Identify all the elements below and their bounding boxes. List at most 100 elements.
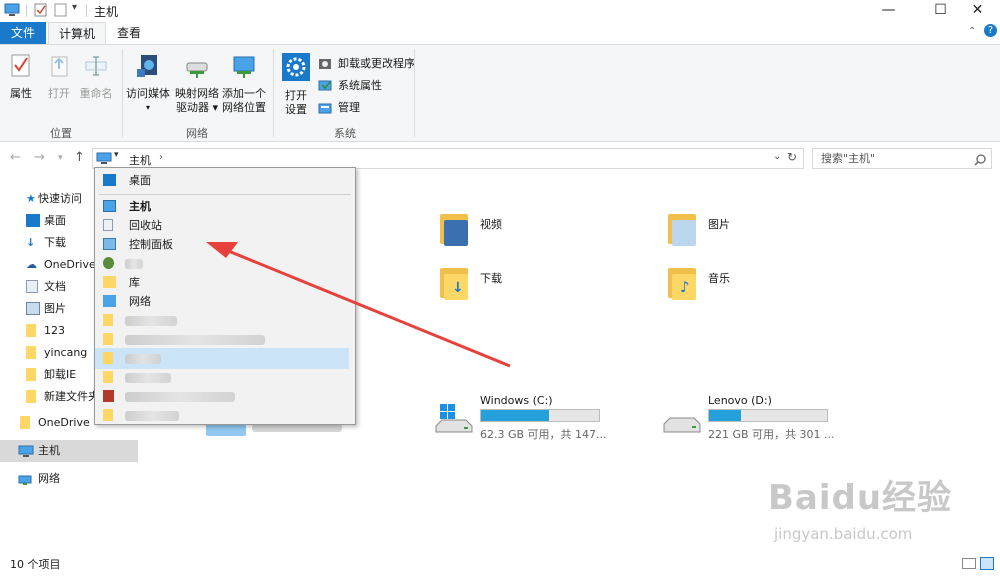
uninstall-label: 卸载或更改程序	[338, 57, 415, 70]
dropdown-item-recycle-bin[interactable]: 回收站	[95, 215, 355, 236]
breadcrumb-chevron-icon[interactable]: ›	[159, 152, 163, 163]
sidebar-item-this-pc[interactable]: 主机	[0, 440, 138, 462]
dropdown-item-desktop[interactable]: 桌面	[95, 170, 355, 191]
folder-music-icon[interactable]: ♪	[668, 266, 696, 300]
tab-file[interactable]: 文件	[0, 22, 46, 44]
title-bar: ▾ 主机 — ☐ ✕	[0, 0, 1000, 22]
rename-button[interactable]: 重命名	[78, 53, 114, 101]
map-network-drive-button[interactable]: 映射网络 驱动器 ▾	[174, 53, 220, 115]
search-input[interactable]: 搜索"主机"	[812, 148, 992, 169]
open-button[interactable]: 打开	[44, 53, 74, 101]
computer-icon	[18, 445, 34, 457]
folder-icon	[103, 333, 113, 345]
dropdown-item-blurred-3[interactable]	[95, 348, 349, 369]
add-network-location-button[interactable]: 添加一个 网络位置	[221, 53, 267, 115]
system-properties-icon	[318, 80, 332, 91]
blurred-label	[125, 259, 143, 269]
ribbon: 属性 打开 重命名 位置 访问媒体 ▾ 映射网络 驱动器 ▾ 添加一个 网络位置…	[0, 44, 1000, 142]
group-label-location: 位置	[50, 127, 72, 140]
breadcrumb-this-pc[interactable]: 主机	[129, 152, 151, 168]
dropdown-item-label: 控制面板	[129, 238, 173, 251]
open-icon	[51, 56, 68, 77]
system-properties-button[interactable]: 系统属性	[318, 77, 382, 95]
recent-locations-icon[interactable]: ▾	[58, 153, 63, 163]
blurred-label	[125, 373, 171, 383]
address-bar[interactable]: ▾ 主机 › ⌄ ↻	[92, 148, 804, 169]
local-drive-icon[interactable]	[662, 406, 702, 436]
up-button[interactable]: ↑	[74, 150, 85, 165]
dropdown-item-blurred-5[interactable]	[95, 386, 355, 407]
drive-name-c[interactable]: Windows (C:)	[480, 394, 553, 407]
folder-icon	[103, 409, 113, 421]
folder-icon	[26, 346, 36, 359]
address-dropdown-icon[interactable]: ▾	[114, 150, 119, 160]
large-icons-view-icon[interactable]	[980, 557, 994, 570]
manage-label: 管理	[338, 101, 360, 114]
dropdown-item-blurred-6[interactable]	[95, 405, 355, 426]
blurred-label	[125, 335, 265, 345]
address-history-icon[interactable]: ⌄	[773, 151, 781, 162]
dropdown-item-libraries[interactable]: 库	[95, 272, 355, 293]
properties-quick-icon[interactable]	[34, 3, 48, 17]
watermark-logo: Baidu经验	[768, 478, 953, 518]
sidebar-item-label: 主机	[38, 444, 60, 457]
folder-icon	[103, 352, 113, 364]
uninstall-programs-button[interactable]: 卸载或更改程序	[318, 55, 415, 73]
computer-icon	[96, 152, 112, 164]
folder-videos-icon[interactable]	[440, 212, 468, 246]
collapse-ribbon-icon[interactable]: ⌃	[968, 26, 976, 37]
drive-name-d[interactable]: Lenovo (D:)	[708, 394, 772, 407]
customize-toolbar-icon[interactable]: ▾	[72, 2, 86, 16]
tab-view[interactable]: 查看	[108, 22, 150, 44]
onedrive-cloud-icon: ☁	[26, 258, 37, 271]
tab-computer[interactable]: 计算机	[48, 22, 106, 44]
manage-button[interactable]: 管理	[318, 99, 360, 117]
settings-label-2: 设置	[285, 103, 307, 116]
folder-downloads-icon[interactable]: ↓	[440, 266, 468, 300]
minimize-button[interactable]: —	[866, 0, 911, 22]
folder-label-videos[interactable]: 视频	[480, 216, 502, 232]
help-icon[interactable]: ?	[984, 24, 997, 37]
new-folder-quick-icon[interactable]	[54, 3, 68, 17]
dropdown-item-label: 库	[129, 276, 140, 289]
desktop-icon	[103, 174, 116, 186]
folder-icon	[26, 368, 36, 381]
uninstall-icon	[319, 59, 331, 69]
properties-icon	[11, 54, 30, 77]
folder-label-downloads[interactable]: 下载	[480, 270, 502, 286]
access-media-button[interactable]: 访问媒体 ▾	[126, 53, 170, 115]
properties-button[interactable]: 属性	[6, 53, 36, 101]
dropdown-divider	[99, 194, 351, 195]
sidebar-item-network[interactable]: 网络	[0, 468, 138, 490]
open-settings-button[interactable]: 打开 设置	[279, 53, 313, 117]
file-explorer-window: ▾ 主机 — ☐ ✕ 文件 计算机 查看 ⌃ ? 属性 打开 重命名 位置 访问…	[0, 0, 1000, 576]
dropdown-item-blurred-1[interactable]	[95, 310, 355, 331]
sidebar-item-label: OneDrive	[44, 258, 96, 271]
dropdown-item-label: 主机	[129, 200, 151, 213]
dropdown-item-blurred-4[interactable]	[95, 367, 355, 388]
folder-label-pictures[interactable]: 图片	[708, 216, 730, 232]
recycle-bin-icon	[103, 219, 113, 231]
baidu-watermark: Baidu经验 jingyan.baidu.com	[768, 470, 968, 560]
dropdown-arrow-icon: ▾	[145, 103, 150, 112]
system-properties-label: 系统属性	[338, 79, 382, 92]
folder-label-music[interactable]: 音乐	[708, 270, 730, 286]
dropdown-item-blurred-2[interactable]	[95, 329, 355, 350]
open-label: 打开	[48, 87, 70, 100]
close-button[interactable]: ✕	[955, 0, 1000, 22]
refresh-icon[interactable]: ↻	[787, 150, 797, 164]
blurred-label	[125, 354, 161, 364]
folder-pictures-icon[interactable]	[668, 212, 696, 246]
windows-drive-icon[interactable]	[434, 404, 474, 436]
address-dropdown-menu: 桌面 主机 回收站 控制面板 库 网络	[94, 167, 356, 425]
forward-button[interactable]: →	[34, 150, 45, 165]
sidebar-item-label: 新建文件夹	[44, 390, 99, 403]
dropdown-item-this-pc[interactable]: 主机	[95, 196, 355, 217]
search-icon	[974, 154, 986, 166]
item-count: 10 个项目	[10, 558, 61, 571]
document-icon	[26, 280, 38, 293]
dropdown-item-control-panel[interactable]: 控制面板	[95, 234, 355, 255]
dropdown-item-user[interactable]	[95, 253, 355, 274]
back-button[interactable]: ←	[10, 150, 21, 165]
dropdown-item-network[interactable]: 网络	[95, 291, 355, 312]
